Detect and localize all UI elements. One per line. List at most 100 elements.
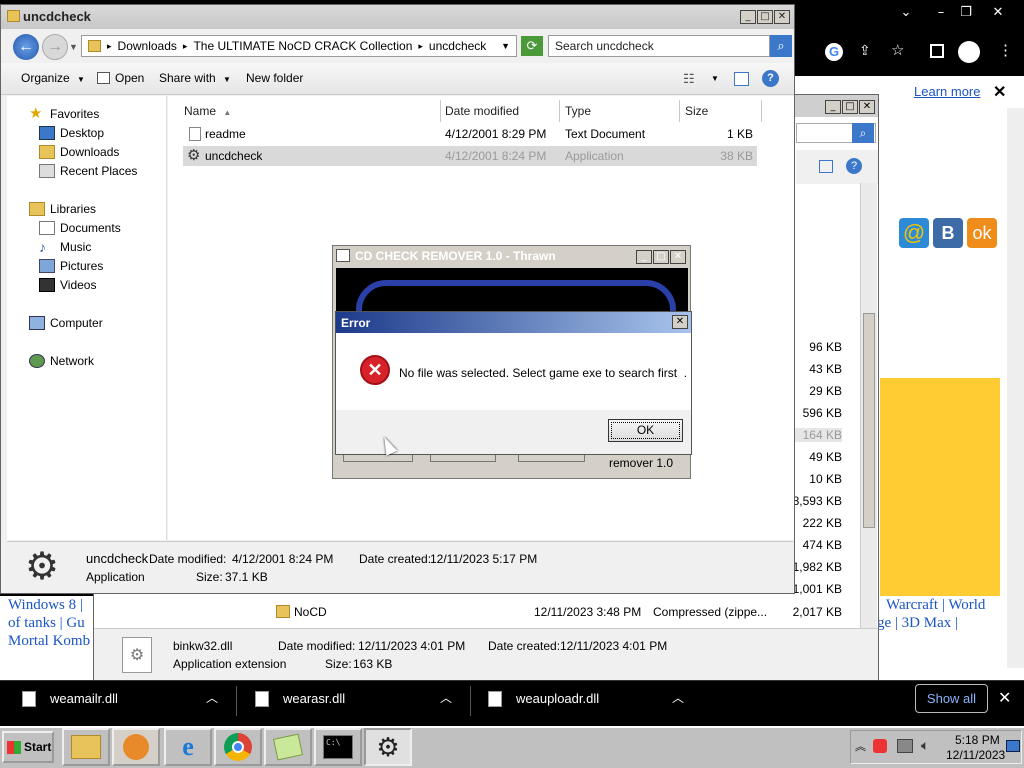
minimize-icon[interactable]: –: [928, 4, 954, 22]
share-icon[interactable]: ⇪: [859, 42, 871, 59]
breadcrumb-uncdcheck[interactable]: uncdcheck: [429, 39, 486, 53]
sidebar-item-downloads[interactable]: Downloads: [39, 143, 119, 161]
sidebar-item-videos[interactable]: Videos: [39, 276, 96, 294]
sidebar-item-recent-places[interactable]: Recent Places: [39, 162, 137, 180]
sidebar-item-pictures[interactable]: Pictures: [39, 257, 103, 275]
minimize-button[interactable]: _: [825, 100, 841, 114]
site-icon-ok[interactable]: ok: [967, 218, 997, 248]
chevron-up-icon[interactable]: ︿: [672, 689, 684, 706]
site-icon-mail[interactable]: @: [899, 218, 929, 248]
open-button[interactable]: Open: [97, 71, 144, 85]
refresh-icon[interactable]: ⟳: [521, 36, 543, 56]
chrome-scrollbar[interactable]: [1007, 108, 1024, 668]
new-folder-button[interactable]: New folder: [246, 71, 303, 85]
minimize-button[interactable]: _: [636, 250, 652, 264]
ok-button[interactable]: OK: [608, 419, 683, 442]
maximize-button[interactable]: □: [842, 100, 858, 114]
organize-button[interactable]: Organize ▼: [21, 71, 85, 85]
sidebar-item-desktop[interactable]: Desktop: [39, 124, 104, 142]
minimize-button[interactable]: _: [740, 10, 756, 24]
app-icon: [336, 249, 350, 262]
download-item-wearasr[interactable]: wearasr.dll: [255, 684, 345, 714]
close-icon[interactable]: ✕: [985, 4, 1011, 22]
clock-date[interactable]: 12/11/2023: [946, 748, 1005, 762]
preview-pane-icon[interactable]: [734, 72, 749, 86]
close-button[interactable]: ✕: [774, 10, 790, 24]
tray-shield-icon[interactable]: [873, 739, 887, 753]
close-icon[interactable]: ✕: [998, 688, 1011, 708]
google-icon[interactable]: G: [825, 43, 843, 61]
taskbar-chrome[interactable]: [214, 728, 262, 766]
sidebar-icon[interactable]: [930, 44, 944, 58]
taskbar-cmd[interactable]: C:\: [314, 728, 362, 766]
close-button[interactable]: ✕: [859, 100, 875, 114]
site-icon-vk[interactable]: B: [933, 218, 963, 248]
start-button[interactable]: Start: [2, 731, 54, 763]
chevron-up-icon[interactable]: ︿: [440, 689, 452, 706]
nocd-row[interactable]: NoCD 12/11/2023 3:48 PM Compressed (zipp…: [274, 602, 854, 622]
search-input[interactable]: Search uncdcheck: [548, 35, 770, 57]
column-date[interactable]: Date modified: [440, 100, 560, 122]
preview-pane-icon[interactable]: [819, 160, 833, 173]
column-size[interactable]: Size: [680, 100, 762, 122]
chevron-down-icon: ▼: [77, 75, 85, 84]
search-icon[interactable]: ⌕: [852, 123, 874, 143]
tray-chevron-icon[interactable]: ︽: [855, 738, 866, 754]
forward-button[interactable]: →: [42, 34, 68, 60]
share-with-button[interactable]: Share with ▼: [159, 71, 231, 85]
show-desktop-icon[interactable]: [1006, 740, 1020, 752]
scroll-thumb[interactable]: [863, 313, 875, 528]
detail-size-label: Size:: [196, 570, 223, 584]
address-dropdown-icon[interactable]: ▼: [501, 41, 510, 51]
sidebar-computer[interactable]: Computer: [29, 314, 103, 332]
file-row-uncdcheck[interactable]: ⚙ uncdcheck 4/12/2001 8:24 PM Applicatio…: [183, 146, 757, 166]
back-detail-size-label: Size:: [325, 657, 352, 671]
back-scrollbar[interactable]: [860, 183, 877, 628]
file-type: Text Document: [565, 127, 646, 141]
back-details-pane: ⚙ binkw32.dll Date modified: 12/11/2023 …: [94, 628, 878, 681]
back-detail-size: 163 KB: [353, 657, 393, 671]
sidebar-network[interactable]: Network: [29, 352, 94, 370]
maximize-button[interactable]: □: [757, 10, 773, 24]
sidebar-item-documents[interactable]: Documents: [39, 219, 121, 237]
text-file-icon: [189, 127, 201, 141]
file-row-readme[interactable]: readme 4/12/2001 8:29 PM Text Document 1…: [183, 124, 757, 144]
taskbar-ie[interactable]: e: [164, 728, 212, 766]
address-bar[interactable]: ▸ Downloads ▸ The ULTIMATE NoCD CRACK Co…: [81, 35, 517, 57]
show-all-button[interactable]: Show all: [915, 684, 988, 713]
restore-icon[interactable]: ❐: [953, 4, 979, 22]
sidebar-favorites[interactable]: ★ Favorites: [29, 105, 99, 123]
sidebar-libraries[interactable]: Libraries: [29, 200, 96, 218]
view-chevron-icon[interactable]: ▼: [711, 74, 719, 83]
help-icon[interactable]: ?: [762, 70, 779, 87]
view-icon[interactable]: ☷: [683, 71, 695, 87]
close-button[interactable]: ✕: [670, 250, 686, 264]
download-item-weauploadr[interactable]: weauploadr.dll: [488, 684, 599, 714]
maximize-button[interactable]: □: [653, 250, 669, 264]
sidebar-item-music[interactable]: ♪ Music: [39, 238, 91, 256]
taskbar-media-player[interactable]: [112, 728, 160, 766]
search-icon[interactable]: ⌕: [770, 35, 792, 57]
clock-time[interactable]: 5:18 PM: [955, 733, 1000, 747]
download-item-weamailr[interactable]: weamailr.dll: [22, 684, 118, 714]
taskbar-notes[interactable]: [264, 728, 312, 766]
column-name[interactable]: Name ▲: [179, 100, 441, 122]
menu-icon[interactable]: ⋮: [998, 41, 1013, 59]
close-button[interactable]: ✕: [672, 315, 688, 329]
breadcrumb-collection[interactable]: The ULTIMATE NoCD CRACK Collection: [193, 39, 412, 53]
back-button[interactable]: ←: [13, 34, 39, 60]
chevron-up-icon[interactable]: ︿: [206, 689, 218, 706]
profile-icon[interactable]: [958, 41, 980, 63]
taskbar-explorer[interactable]: [62, 728, 110, 766]
help-icon[interactable]: ?: [846, 158, 862, 174]
infobar-close-icon[interactable]: ✕: [993, 82, 1006, 102]
chevron-down-icon[interactable]: ⌄: [893, 4, 919, 22]
star-icon[interactable]: ☆: [891, 41, 904, 59]
learn-more-link[interactable]: Learn more: [914, 84, 980, 99]
recent-pages-chevron-icon[interactable]: ▼: [69, 42, 78, 52]
tray-network-icon[interactable]: [897, 739, 913, 753]
tray-volume-icon[interactable]: 🔈︎: [921, 737, 929, 754]
breadcrumb-downloads[interactable]: Downloads: [118, 39, 177, 53]
column-type[interactable]: Type: [560, 100, 680, 122]
taskbar-uncdcheck[interactable]: ⚙: [364, 728, 412, 766]
